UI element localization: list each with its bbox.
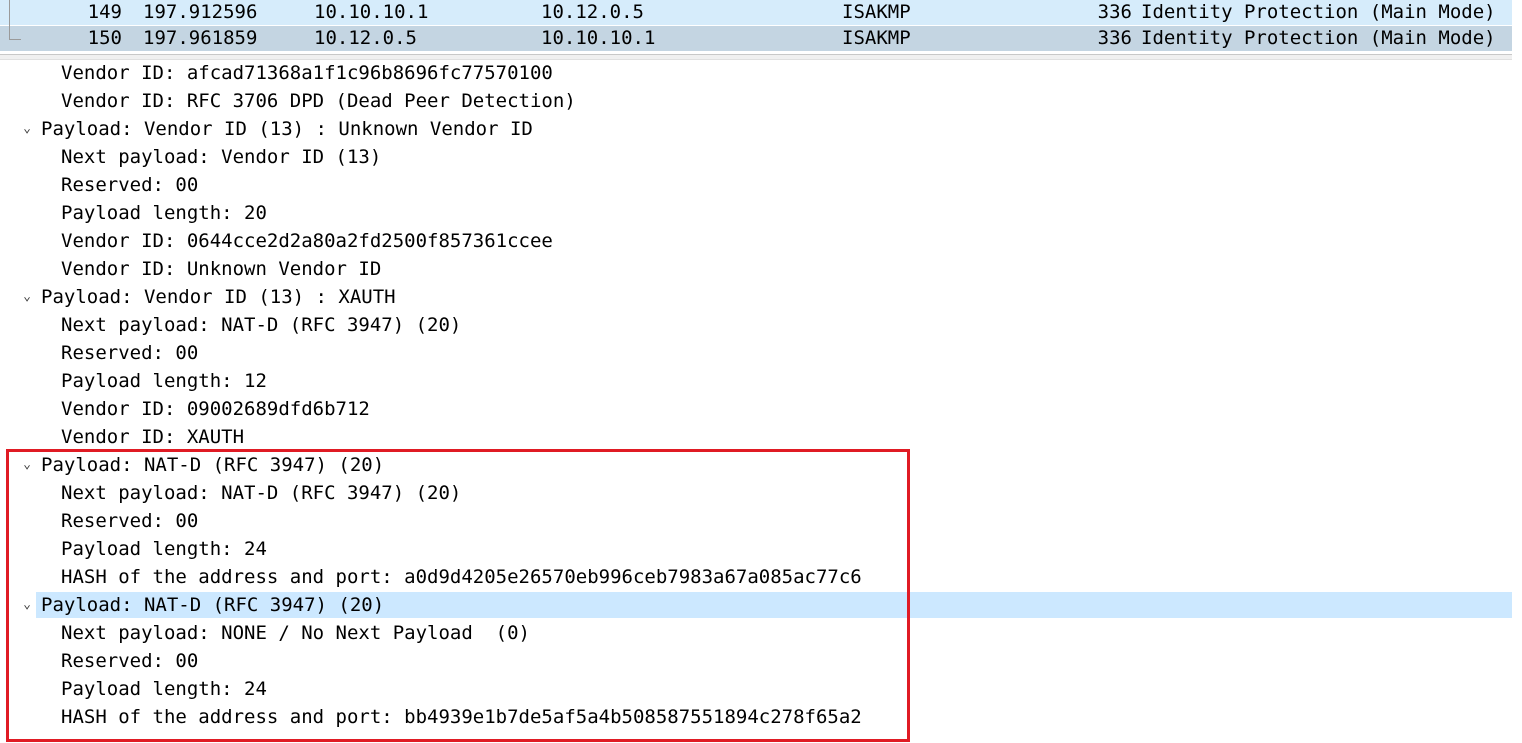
tree-text: Payload: Vendor ID (13) : XAUTH <box>41 286 396 308</box>
tree-field[interactable]: Next payload: NAT-D (RFC 3947) (20) <box>0 479 1512 507</box>
conversation-line-end <box>9 39 21 40</box>
packet-source: 10.10.10.1 <box>314 1 429 23</box>
tree-field[interactable]: Reserved: 00 <box>0 647 1512 675</box>
tree-text: Reserved: 00 <box>61 510 199 532</box>
packet-source: 10.12.0.5 <box>314 27 417 49</box>
tree-field[interactable]: Next payload: Vendor ID (13) <box>0 143 1512 171</box>
packet-length: 336 <box>1097 27 1132 49</box>
tree-field[interactable]: Reserved: 00 <box>0 171 1512 199</box>
tree-field[interactable]: Vendor ID: XAUTH <box>0 423 1512 451</box>
packet-number: 149 <box>87 1 122 23</box>
tree-text: Vendor ID: afcad71368a1f1c96b8696fc77570… <box>61 62 553 84</box>
tree-field[interactable]: Payload length: 24 <box>0 675 1512 703</box>
tree-field[interactable]: Vendor ID: RFC 3706 DPD (Dead Peer Detec… <box>0 87 1512 115</box>
tree-node-payload[interactable]: ⌄ Payload: NAT-D (RFC 3947) (20) <box>0 451 1512 479</box>
tree-text: HASH of the address and port: a0d9d4205e… <box>61 566 862 588</box>
tree-field[interactable]: Vendor ID: Unknown Vendor ID <box>0 255 1512 283</box>
tree-text: Reserved: 00 <box>61 342 199 364</box>
tree-text: Next payload: NAT-D (RFC 3947) (20) <box>61 314 462 336</box>
tree-text: Vendor ID: Unknown Vendor ID <box>61 258 382 280</box>
tree-field[interactable]: HASH of the address and port: bb4939e1b7… <box>0 703 1512 731</box>
tree-field[interactable]: Payload length: 20 <box>0 199 1512 227</box>
tree-text: Payload length: 12 <box>61 370 267 392</box>
expand-chevron-icon[interactable]: ⌄ <box>20 451 34 479</box>
packet-time: 197.912596 <box>143 1 258 23</box>
tree-text: Reserved: 00 <box>61 650 199 672</box>
tree-text: Next payload: NAT-D (RFC 3947) (20) <box>61 482 462 504</box>
conversation-line <box>9 0 10 40</box>
packet-number: 150 <box>87 27 122 49</box>
tree-text: Vendor ID: 0644cce2d2a80a2fd2500f857361c… <box>61 230 553 252</box>
packet-protocol: ISAKMP <box>842 27 911 49</box>
packet-destination: 10.12.0.5 <box>541 1 644 23</box>
tree-field[interactable]: Vendor ID: 09002689dfd6b712 <box>0 395 1512 423</box>
tree-field[interactable]: Reserved: 00 <box>0 339 1512 367</box>
packet-protocol: ISAKMP <box>842 1 911 23</box>
tree-text: Payload length: 24 <box>61 678 267 700</box>
tree-text: HASH of the address and port: bb4939e1b7… <box>61 706 862 728</box>
tree-text: Vendor ID: XAUTH <box>61 426 245 448</box>
tree-field[interactable]: Payload length: 12 <box>0 367 1512 395</box>
tree-text: Vendor ID: 09002689dfd6b712 <box>61 398 370 420</box>
tree-text: Payload length: 24 <box>61 538 267 560</box>
tree-field[interactable]: HASH of the address and port: a0d9d4205e… <box>0 563 1512 591</box>
tree-text: Next payload: NONE / No Next Payload (0) <box>61 622 530 644</box>
tree-field[interactable]: Next payload: NONE / No Next Payload (0) <box>0 619 1512 647</box>
tree-text: Reserved: 00 <box>61 174 199 196</box>
tree-text: Payload length: 20 <box>61 202 267 224</box>
tree-node-payload[interactable]: ⌄ Payload: Vendor ID (13) : Unknown Vendo… <box>0 115 1512 143</box>
packet-info: Identity Protection (Main Mode) <box>1141 27 1496 49</box>
tree-field[interactable]: Next payload: NAT-D (RFC 3947) (20) <box>0 311 1512 339</box>
packet-destination: 10.10.10.1 <box>541 27 656 49</box>
tree-node-payload[interactable]: ⌄ Payload: Vendor ID (13) : XAUTH <box>0 283 1512 311</box>
packet-length: 336 <box>1097 1 1132 23</box>
packet-info: Identity Protection (Main Mode) <box>1141 1 1496 23</box>
tree-field[interactable]: Vendor ID: afcad71368a1f1c96b8696fc77570… <box>0 59 1512 87</box>
tree-field[interactable]: Vendor ID: 0644cce2d2a80a2fd2500f857361c… <box>0 227 1512 255</box>
tree-text: Payload: NAT-D (RFC 3947) (20) <box>41 594 385 616</box>
packet-row-149[interactable]: 149 197.912596 10.10.10.1 10.12.0.5 ISAK… <box>0 0 1512 25</box>
tree-field[interactable]: Payload length: 24 <box>0 535 1512 563</box>
tree-node-payload[interactable]: ⌄ Payload: NAT-D (RFC 3947) (20) <box>0 591 1512 619</box>
tree-text: Payload: NAT-D (RFC 3947) (20) <box>41 454 385 476</box>
packet-list: 149 197.912596 10.10.10.1 10.12.0.5 ISAK… <box>0 0 1512 52</box>
tree-text: Payload: Vendor ID (13) : Unknown Vendor… <box>41 118 533 140</box>
tree-field[interactable]: Reserved: 00 <box>0 507 1512 535</box>
expand-chevron-icon[interactable]: ⌄ <box>20 283 34 311</box>
expand-chevron-icon[interactable]: ⌄ <box>20 591 34 619</box>
packet-row-150[interactable]: 150 197.961859 10.12.0.5 10.10.10.1 ISAK… <box>0 26 1512 51</box>
tree-text: Vendor ID: RFC 3706 DPD (Dead Peer Detec… <box>61 90 576 112</box>
expand-chevron-icon[interactable]: ⌄ <box>20 115 34 143</box>
tree-text: Next payload: Vendor ID (13) <box>61 146 382 168</box>
packet-time: 197.961859 <box>143 27 258 49</box>
